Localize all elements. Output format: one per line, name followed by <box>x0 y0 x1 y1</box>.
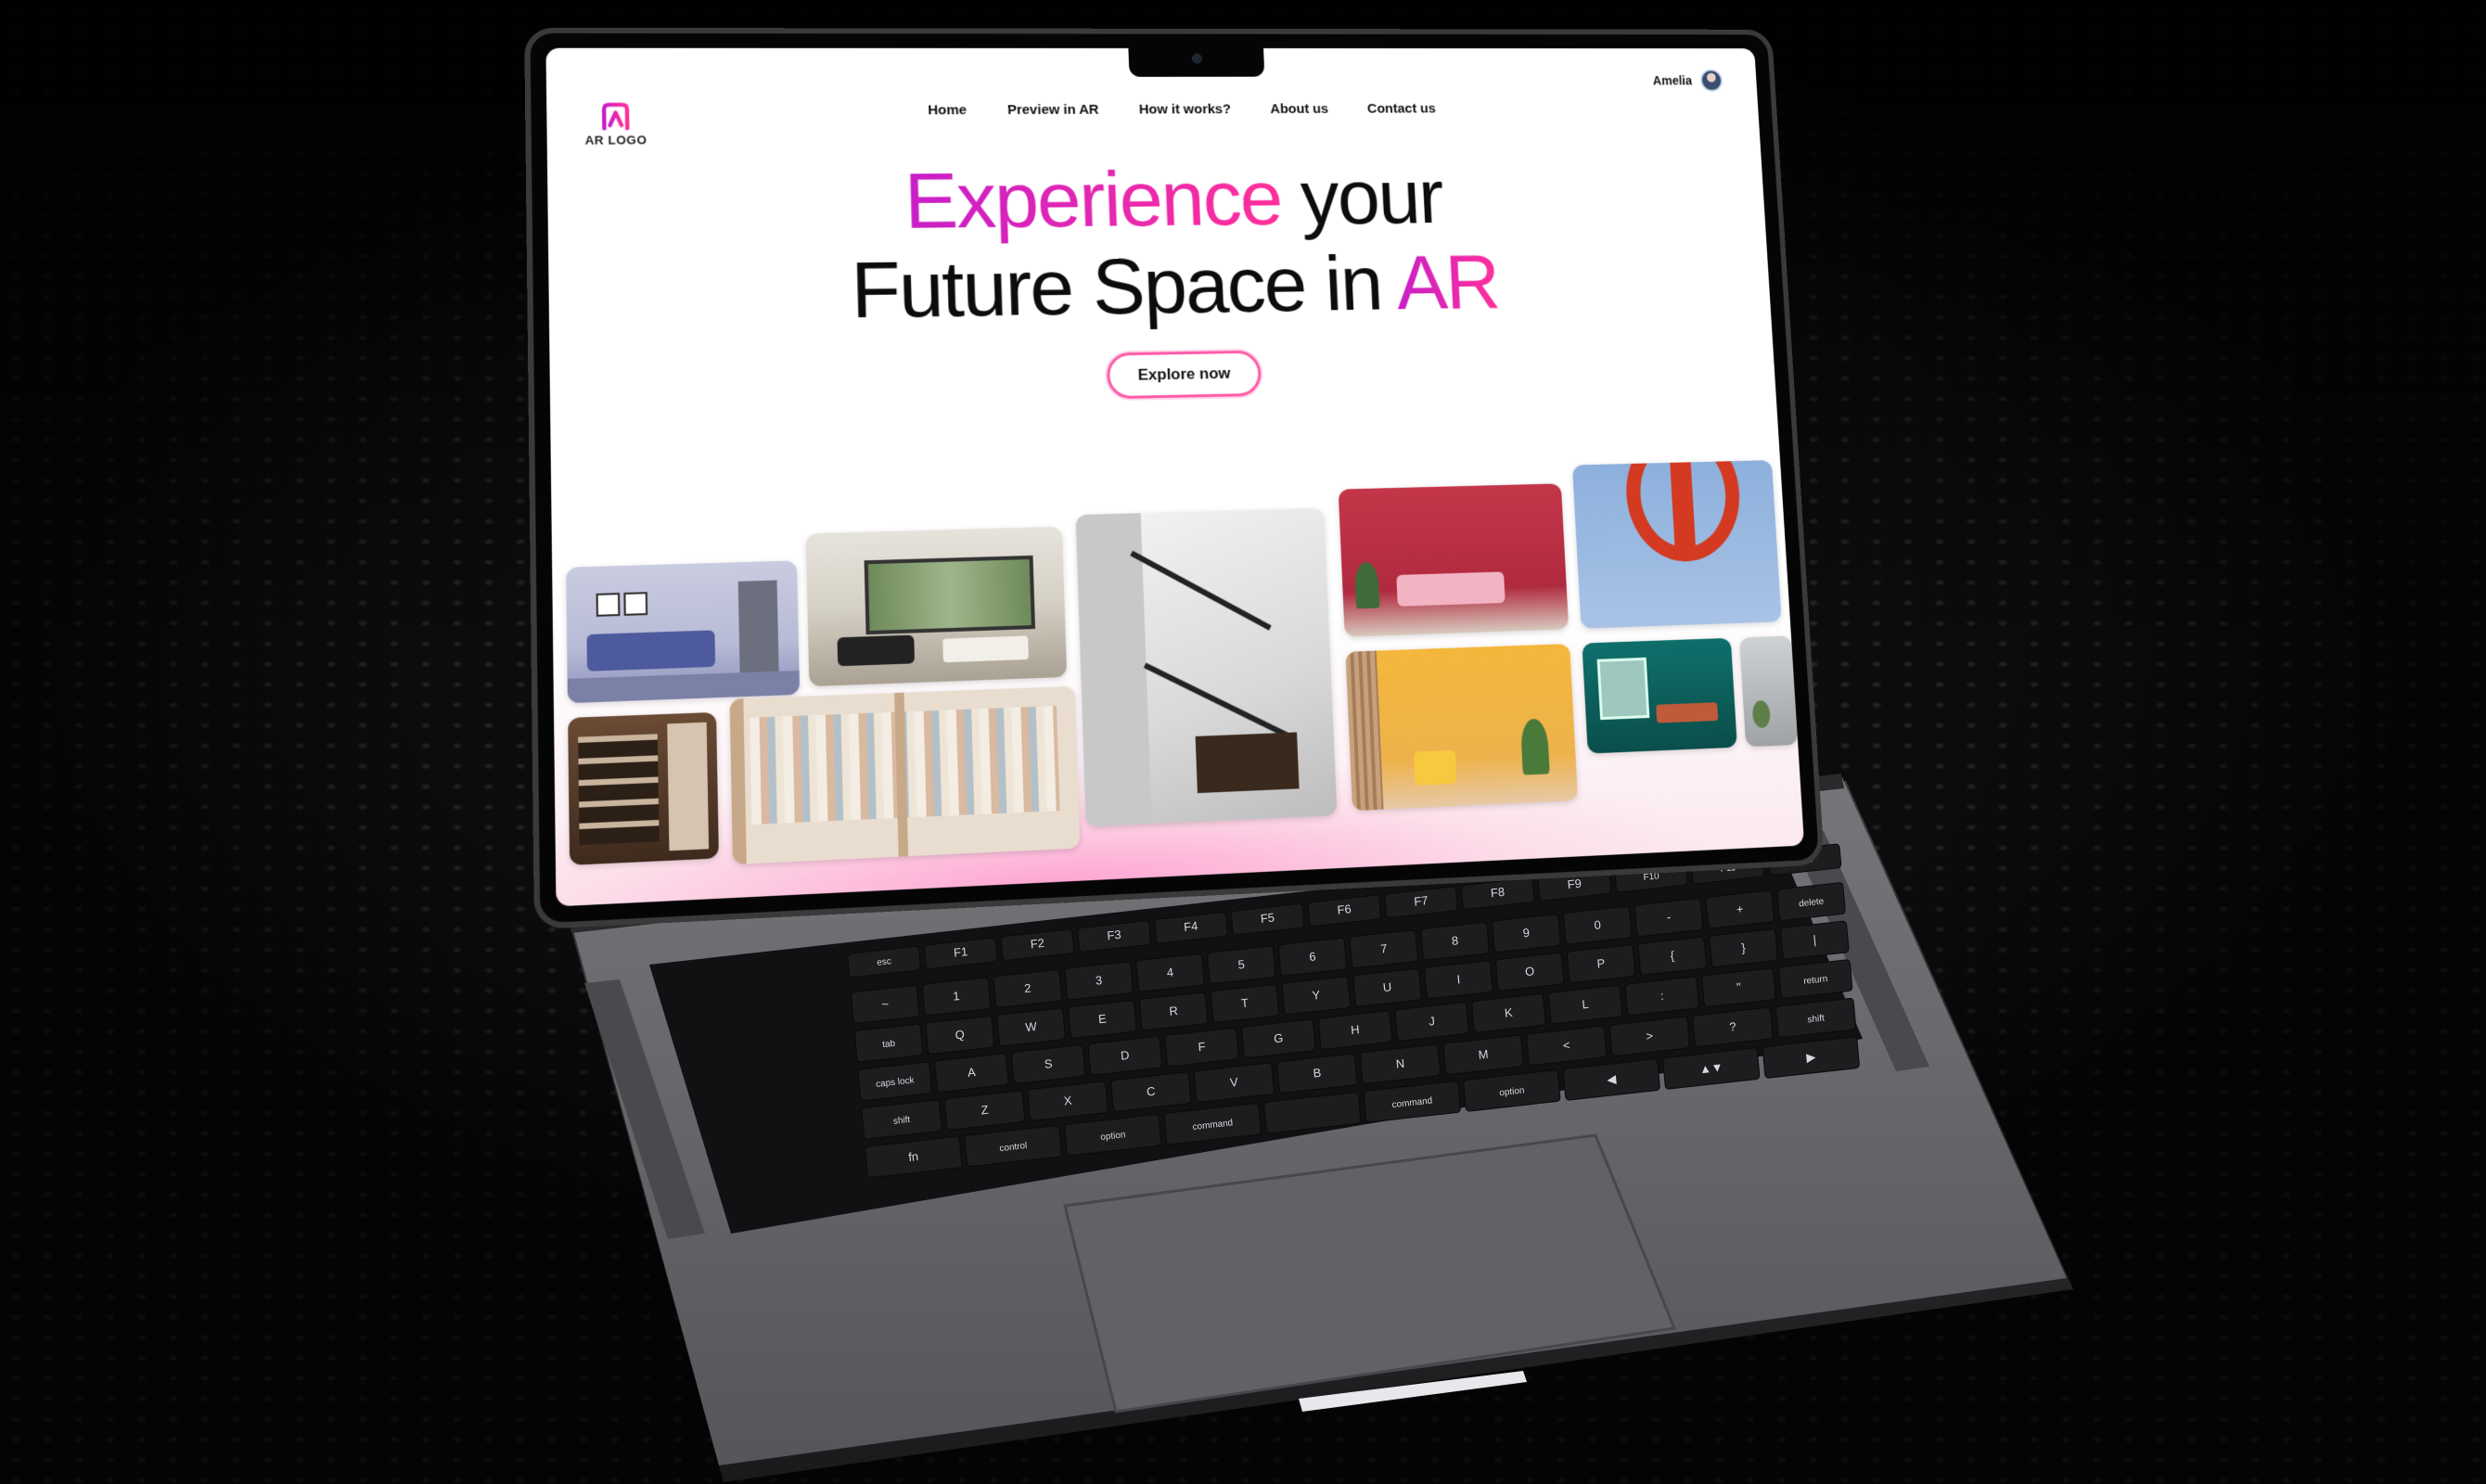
user-name: Amelia <box>1652 73 1693 88</box>
key-label: F2 <box>1030 936 1044 952</box>
hero-section: Experience your Future Space in AR Explo… <box>547 152 1775 410</box>
key-row_mod <box>1263 1092 1362 1134</box>
key-label: G <box>1274 1030 1284 1045</box>
gallery-tile-staircase[interactable] <box>1075 507 1338 827</box>
key-label: S <box>1044 1056 1053 1071</box>
key-label: P <box>1596 956 1606 971</box>
key-label: E <box>1097 1011 1107 1026</box>
ar-logo-icon <box>599 101 633 133</box>
key-label: 9 <box>1522 926 1531 940</box>
key-label: > <box>1646 1029 1654 1043</box>
key-label: 7 <box>1380 941 1389 956</box>
key-label: R <box>1169 1004 1179 1018</box>
nav-contact-us[interactable]: Contact us <box>1367 101 1436 116</box>
key-label: O <box>1524 964 1534 979</box>
key-label: F4 <box>1184 919 1198 935</box>
explore-now-button[interactable]: Explore now <box>1107 350 1262 400</box>
key-label: M <box>1478 1047 1489 1062</box>
key-label: F6 <box>1337 902 1352 917</box>
room-gallery <box>551 460 1804 901</box>
key-label: U <box>1382 979 1392 994</box>
website-viewport: AR LOGO Home Preview in AR How it works?… <box>545 47 1805 907</box>
nav-about-us[interactable]: About us <box>1270 101 1328 117</box>
gallery-tile-yellow-room[interactable] <box>1345 644 1579 812</box>
key-label: shift <box>893 1115 911 1127</box>
key-label: C <box>1146 1084 1156 1099</box>
key-label: ~ <box>881 997 890 1012</box>
key-label: Y <box>1312 988 1321 1003</box>
key-label: 5 <box>1237 957 1246 972</box>
key-label: X <box>1063 1094 1072 1108</box>
key-label: F8 <box>1490 885 1505 901</box>
key-label: ▲▼ <box>1698 1060 1724 1077</box>
gallery-tile-shoe-closet[interactable] <box>568 711 719 865</box>
key-label: L <box>1582 997 1590 1012</box>
gallery-tile-grey-room[interactable] <box>1739 635 1799 748</box>
key-label: ◀ <box>1607 1071 1617 1086</box>
key-label: ? <box>1729 1019 1737 1034</box>
key-label: shift <box>1807 1013 1825 1025</box>
key-label: B <box>1313 1066 1322 1081</box>
key-label: < <box>1562 1038 1570 1053</box>
key-label: J <box>1429 1014 1436 1029</box>
key-label: Z <box>980 1103 989 1118</box>
hero-text-future-space: Future Space in <box>850 239 1399 336</box>
key-label: 1 <box>953 989 961 1004</box>
gallery-tile-living-room[interactable] <box>566 560 801 704</box>
key-label: F3 <box>1107 928 1121 943</box>
nav-home[interactable]: Home <box>928 102 967 118</box>
key-label: 4 <box>1166 965 1174 979</box>
key-label: 6 <box>1309 949 1317 964</box>
key-label: 8 <box>1451 933 1459 948</box>
key-label: Q <box>955 1027 965 1042</box>
hero-title-line-2: Future Space in AR <box>548 236 1771 339</box>
key-label: 2 <box>1024 981 1032 996</box>
gallery-tile-teal-room[interactable] <box>1582 637 1737 754</box>
key-label: esc <box>877 956 891 968</box>
nav-preview-in-ar[interactable]: Preview in AR <box>1007 102 1099 118</box>
camera-notch <box>1128 47 1265 77</box>
key-label: F1 <box>953 944 967 960</box>
key-label: H <box>1351 1022 1361 1037</box>
key-label: D <box>1120 1048 1130 1063</box>
key-label: fn <box>908 1149 919 1164</box>
key-label: F7 <box>1414 893 1429 909</box>
key-label: W <box>1025 1019 1038 1034</box>
gallery-tile-pink-sofa[interactable] <box>1338 483 1570 637</box>
key-label: tab <box>882 1039 896 1051</box>
key-label: 3 <box>1095 973 1103 988</box>
nav-how-it-works[interactable]: How it works? <box>1138 102 1231 118</box>
gallery-tile-pendant-lamp[interactable] <box>1571 460 1782 629</box>
key-label: A <box>967 1065 976 1080</box>
key-label: ▶ <box>1806 1050 1816 1065</box>
key-label: F9 <box>1567 876 1582 892</box>
key-label: K <box>1504 1005 1513 1020</box>
camera-icon <box>1191 53 1202 64</box>
key-label: V <box>1229 1075 1238 1090</box>
key-label: 0 <box>1594 917 1602 932</box>
hero-text-your: your <box>1279 154 1444 242</box>
gallery-tile-open-living[interactable] <box>805 526 1068 687</box>
user-menu[interactable]: Amelia <box>1652 69 1724 92</box>
key-label: N <box>1395 1056 1405 1071</box>
logo-text: AR LOGO <box>584 133 647 147</box>
key-label: F5 <box>1260 910 1275 926</box>
hero-accent-ar: AR <box>1394 238 1501 326</box>
gallery-tile-wardrobe[interactable] <box>729 685 1081 865</box>
hero-title-line-1: Experience your <box>547 152 1766 249</box>
main-nav: Home Preview in AR How it works? About u… <box>928 101 1436 118</box>
key-label: T <box>1240 995 1249 1010</box>
key-label: F <box>1198 1040 1206 1055</box>
key-label: + <box>1736 902 1744 916</box>
site-logo[interactable]: AR LOGO <box>582 101 650 147</box>
avatar <box>1699 69 1724 92</box>
hero-accent-experience: Experience <box>903 155 1283 246</box>
laptop-display: AR LOGO Home Preview in AR How it works?… <box>524 27 1826 930</box>
